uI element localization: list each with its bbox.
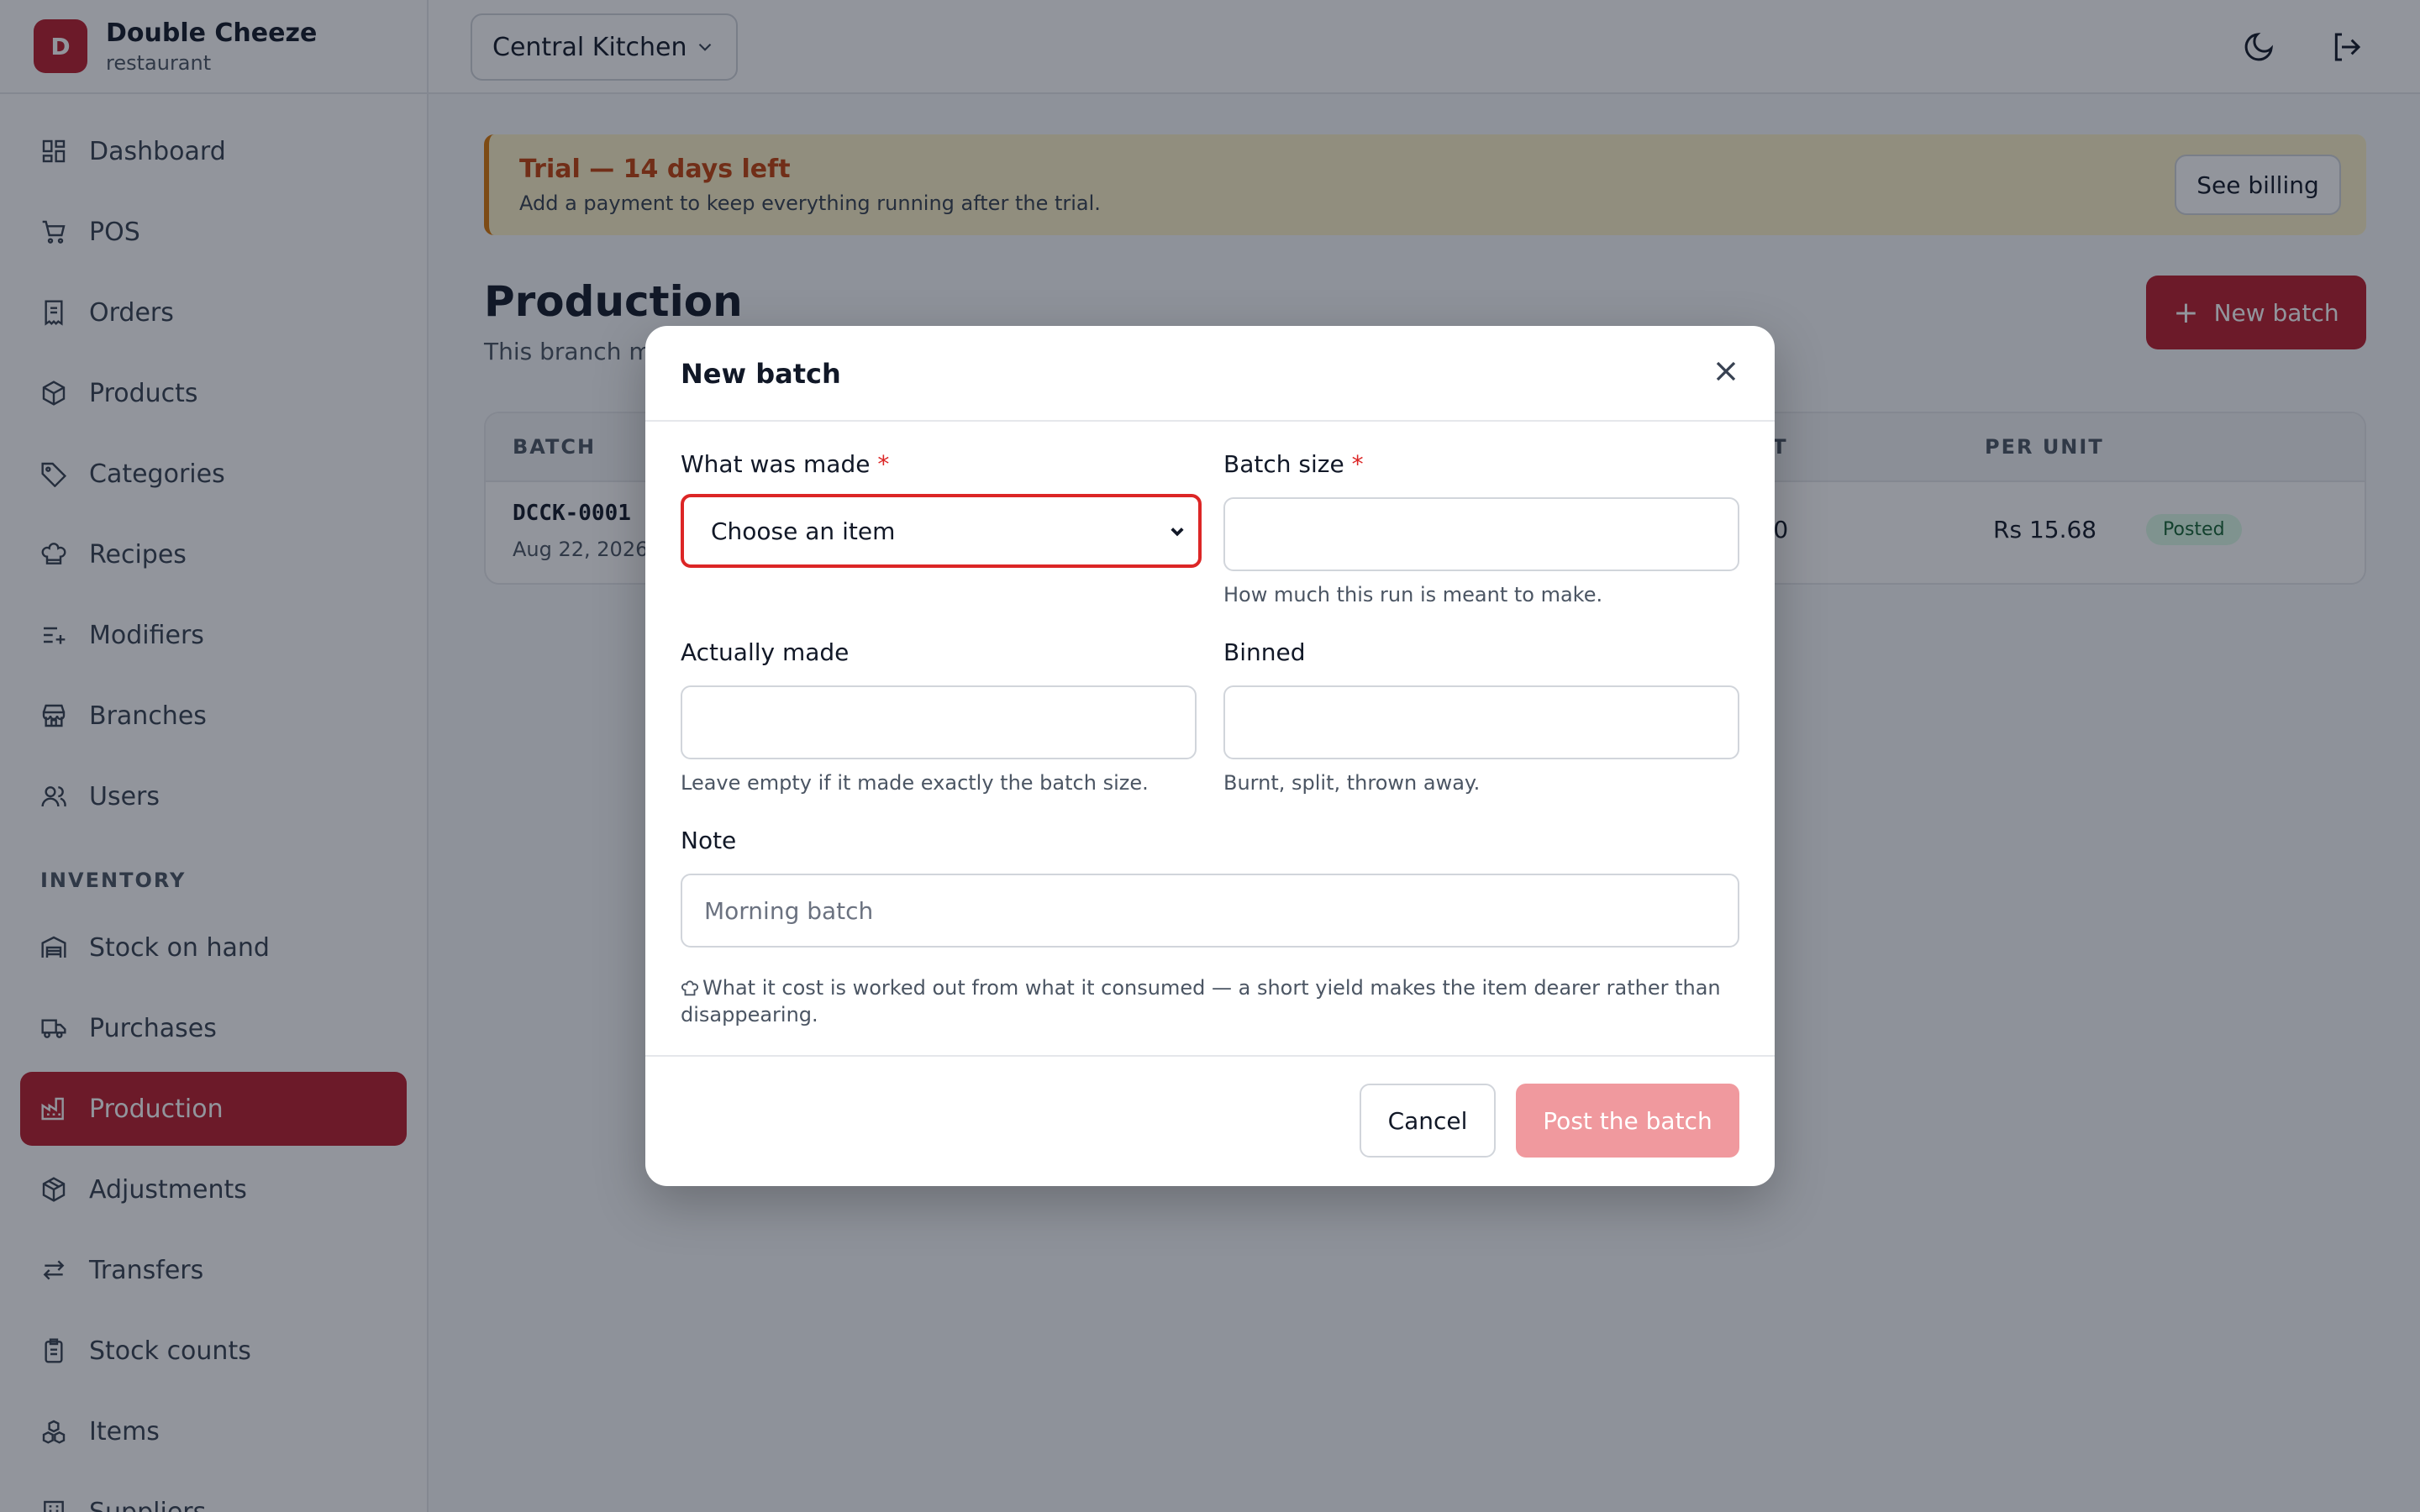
close-icon[interactable] [1709, 354, 1743, 388]
what-made-select[interactable]: Choose an item [681, 494, 1202, 568]
actually-made-hint: Leave empty if it made exactly the batch… [681, 771, 1149, 795]
post-batch-button[interactable]: Post the batch [1516, 1084, 1739, 1158]
required-marker: * [1351, 450, 1364, 478]
actually-made-label: Actually made [681, 638, 850, 666]
batch-size-input[interactable] [1223, 497, 1739, 571]
note-input[interactable]: Morning batch [681, 874, 1739, 948]
cost-info-text: What it cost is worked out from what it … [681, 976, 1721, 1026]
batch-size-label: Batch size * [1223, 450, 1364, 478]
required-marker: * [877, 450, 890, 478]
note-placeholder: Morning batch [704, 896, 874, 925]
what-made-label: What was made * [681, 450, 889, 478]
batch-size-label-text: Batch size [1223, 450, 1344, 478]
binned-label: Binned [1223, 638, 1306, 666]
batch-size-hint: How much this run is meant to make. [1223, 583, 1603, 606]
what-made-label-text: What was made [681, 450, 871, 478]
dialog-title: New batch [681, 358, 841, 390]
chef-hat-icon [681, 980, 699, 996]
binned-hint: Burnt, split, thrown away. [1223, 771, 1481, 795]
cost-info: What it cost is worked out from what it … [681, 974, 1741, 1028]
dialog-header: New batch [645, 326, 1775, 422]
cancel-button[interactable]: Cancel [1360, 1084, 1496, 1158]
new-batch-dialog: New batch What was made * Choose an item… [645, 326, 1775, 1186]
note-label: Note [681, 827, 737, 854]
dialog-footer: Cancel Post the batch [645, 1055, 1775, 1186]
chevron-down-icon [1171, 528, 1184, 537]
binned-input[interactable] [1223, 685, 1739, 759]
actually-made-input[interactable] [681, 685, 1197, 759]
what-made-value: Choose an item [711, 517, 896, 545]
